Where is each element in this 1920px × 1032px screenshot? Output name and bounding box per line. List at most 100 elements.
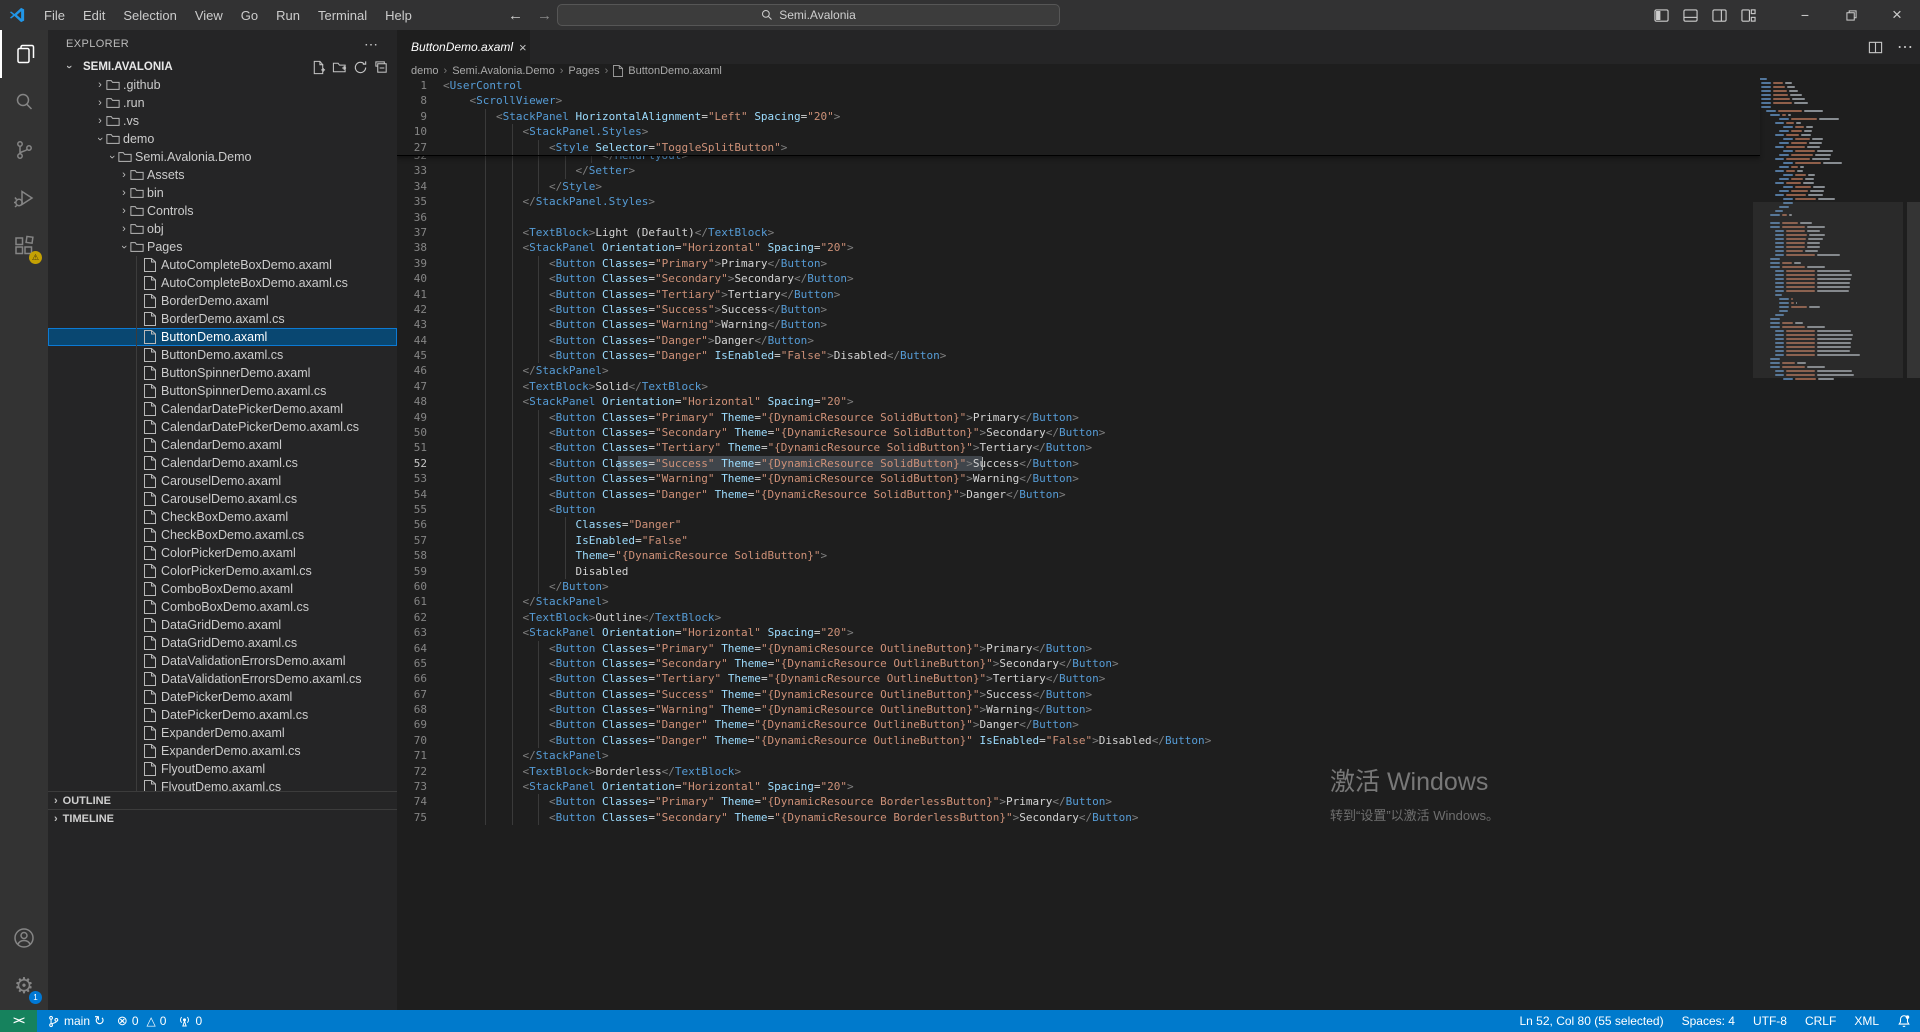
breadcrumb-item[interactable]: Pages bbox=[568, 65, 599, 77]
tree-item--run[interactable]: ›.run bbox=[48, 94, 397, 112]
code-line-41[interactable]: 41 <Button Classes="Tertiary">Tertiary</… bbox=[397, 287, 1760, 302]
minimize-button[interactable]: − bbox=[1782, 0, 1828, 30]
tree-item-calendardemo-axaml[interactable]: CalendarDemo.axaml bbox=[48, 436, 397, 454]
code-line-53[interactable]: 53 <Button Classes="Warning" Theme="{Dyn… bbox=[397, 471, 1760, 486]
code-line-36[interactable]: 36 bbox=[397, 210, 1760, 225]
tree-item-colorpickerdemo-axaml-cs[interactable]: ColorPickerDemo.axaml.cs bbox=[48, 562, 397, 580]
code-line-10[interactable]: 10 <StackPanel.Styles> bbox=[397, 124, 1760, 139]
status-encoding[interactable]: UTF-8 bbox=[1744, 1010, 1796, 1032]
editor-scrollbar[interactable] bbox=[1907, 202, 1920, 378]
code-line-37[interactable]: 37 <TextBlock>Light (Default)</TextBlock… bbox=[397, 225, 1760, 240]
menu-help[interactable]: Help bbox=[376, 0, 421, 30]
search-view-icon[interactable] bbox=[0, 78, 48, 126]
code-line-62[interactable]: 62 <TextBlock>Outline</TextBlock> bbox=[397, 610, 1760, 625]
problems-indicator[interactable]: ⊗ 0 △ 0 bbox=[111, 1010, 173, 1032]
tree-item-buttonspinnerdemo-axaml-cs[interactable]: ButtonSpinnerDemo.axaml.cs bbox=[48, 382, 397, 400]
tree-item-comboboxdemo-axaml-cs[interactable]: ComboBoxDemo.axaml.cs bbox=[48, 598, 397, 616]
status-indentation[interactable]: Spaces: 4 bbox=[1673, 1010, 1744, 1032]
code-line-58[interactable]: 58 Theme="{DynamicResource SolidButton}"… bbox=[397, 548, 1760, 563]
code-line-67[interactable]: 67 <Button Classes="Success" Theme="{Dyn… bbox=[397, 687, 1760, 702]
code-line-46[interactable]: 46 </StackPanel> bbox=[397, 363, 1760, 378]
toggle-panel-icon[interactable] bbox=[1683, 8, 1698, 23]
timeline-section[interactable]: ›TIMELINE bbox=[48, 809, 397, 827]
tab-buttondemo-axaml[interactable]: ButtonDemo.axaml × bbox=[397, 30, 530, 64]
tree-item-datepickerdemo-axaml[interactable]: DatePickerDemo.axaml bbox=[48, 688, 397, 706]
tree-item-controls[interactable]: ›Controls bbox=[48, 202, 397, 220]
command-center-search[interactable]: Semi.Avalonia bbox=[557, 4, 1060, 26]
outline-section[interactable]: ›OUTLINE bbox=[48, 791, 397, 809]
code-line-57[interactable]: 57 IsEnabled="False" bbox=[397, 533, 1760, 548]
code-line-66[interactable]: 66 <Button Classes="Tertiary" Theme="{Dy… bbox=[397, 671, 1760, 686]
status-eol[interactable]: CRLF bbox=[1796, 1010, 1845, 1032]
restore-button[interactable] bbox=[1828, 0, 1874, 30]
code-line-27[interactable]: 27 <Style Selector="ToggleSplitButton"> bbox=[397, 140, 1760, 155]
code-line-59[interactable]: 59 Disabled bbox=[397, 564, 1760, 579]
tree-item-buttonspinnerdemo-axaml[interactable]: ButtonSpinnerDemo.axaml bbox=[48, 364, 397, 382]
breadcrumb-item[interactable]: Semi.Avalonia.Demo bbox=[452, 65, 555, 77]
split-editor-icon[interactable] bbox=[1868, 40, 1883, 55]
extensions-icon[interactable]: ⚠ bbox=[0, 222, 48, 270]
tree-item-pages[interactable]: ›Pages bbox=[48, 238, 397, 256]
accounts-icon[interactable] bbox=[0, 914, 48, 962]
code-line-65[interactable]: 65 <Button Classes="Secondary" Theme="{D… bbox=[397, 656, 1760, 671]
code-line-49[interactable]: 49 <Button Classes="Primary" Theme="{Dyn… bbox=[397, 410, 1760, 425]
settings-gear-icon[interactable]: ⚙1 bbox=[0, 962, 48, 1010]
customize-layout-icon[interactable] bbox=[1741, 8, 1756, 23]
nav-forward-icon[interactable]: → bbox=[537, 7, 552, 24]
code-line-9[interactable]: 9 <StackPanel HorizontalAlignment="Left"… bbox=[397, 109, 1760, 124]
code-line-73[interactable]: 73 <StackPanel Orientation="Horizontal" … bbox=[397, 779, 1760, 794]
breadcrumb-item[interactable]: demo bbox=[411, 65, 439, 77]
code-line-55[interactable]: 55 <Button bbox=[397, 502, 1760, 517]
tree-item-buttondemo-axaml-cs[interactable]: ButtonDemo.axaml.cs bbox=[48, 346, 397, 364]
code-line-1[interactable]: 1<UserControl bbox=[397, 78, 1760, 93]
tab-close-icon[interactable]: × bbox=[519, 40, 527, 55]
tree-item-autocompleteboxdemo-axaml[interactable]: AutoCompleteBoxDemo.axaml bbox=[48, 256, 397, 274]
tree-item-comboboxdemo-axaml[interactable]: ComboBoxDemo.axaml bbox=[48, 580, 397, 598]
sticky-scroll[interactable]: 1<UserControl8 <ScrollViewer>9 <StackPan… bbox=[397, 78, 1760, 156]
menu-file[interactable]: File bbox=[35, 0, 74, 30]
status-language-mode[interactable]: XML bbox=[1845, 1010, 1888, 1032]
code-line-8[interactable]: 8 <ScrollViewer> bbox=[397, 93, 1760, 108]
refresh-icon[interactable] bbox=[353, 60, 368, 75]
tree-item-datepickerdemo-axaml-cs[interactable]: DatePickerDemo.axaml.cs bbox=[48, 706, 397, 724]
code-line-75[interactable]: 75 <Button Classes="Secondary" Theme="{D… bbox=[397, 810, 1760, 825]
tree-item-borderdemo-axaml[interactable]: BorderDemo.axaml bbox=[48, 292, 397, 310]
code-line-72[interactable]: 72 <TextBlock>Borderless</TextBlock> bbox=[397, 764, 1760, 779]
code-line-34[interactable]: 34 </Style> bbox=[397, 179, 1760, 194]
code-line-45[interactable]: 45 <Button Classes="Danger" IsEnabled="F… bbox=[397, 348, 1760, 363]
tree-item-datagriddemo-axaml[interactable]: DataGridDemo.axaml bbox=[48, 616, 397, 634]
breadcrumb-item[interactable]: ButtonDemo.axaml bbox=[628, 65, 722, 77]
code-line-52[interactable]: 52 <Button Classes="Success" Theme="{Dyn… bbox=[397, 456, 1760, 471]
tree-item-demo[interactable]: ›demo bbox=[48, 130, 397, 148]
ports-indicator[interactable]: 0 bbox=[172, 1010, 208, 1032]
menu-view[interactable]: View bbox=[186, 0, 232, 30]
code-line-61[interactable]: 61 </StackPanel> bbox=[397, 594, 1760, 609]
tree-item-bin[interactable]: ›bin bbox=[48, 184, 397, 202]
tree-item--github[interactable]: ›.github bbox=[48, 76, 397, 94]
collapse-all-icon[interactable] bbox=[374, 60, 389, 75]
branch-indicator[interactable]: main ↻ bbox=[37, 1010, 111, 1032]
nav-back-icon[interactable]: ← bbox=[508, 7, 523, 24]
code-line-35[interactable]: 35 </StackPanel.Styles> bbox=[397, 194, 1760, 209]
code-line-48[interactable]: 48 <StackPanel Orientation="Horizontal" … bbox=[397, 394, 1760, 409]
code-line-54[interactable]: 54 <Button Classes="Danger" Theme="{Dyna… bbox=[397, 487, 1760, 502]
code-line-40[interactable]: 40 <Button Classes="Secondary">Secondary… bbox=[397, 271, 1760, 286]
code-lines[interactable]: 32 </MenuFlyout>33 </Setter>34 </Style>3… bbox=[397, 148, 1760, 825]
tree-item-calendardemo-axaml-cs[interactable]: CalendarDemo.axaml.cs bbox=[48, 454, 397, 472]
code-line-63[interactable]: 63 <StackPanel Orientation="Horizontal" … bbox=[397, 625, 1760, 640]
menu-run[interactable]: Run bbox=[267, 0, 309, 30]
explorer-icon[interactable] bbox=[0, 30, 48, 78]
menu-selection[interactable]: Selection bbox=[114, 0, 185, 30]
code-line-70[interactable]: 70 <Button Classes="Danger" Theme="{Dyna… bbox=[397, 733, 1760, 748]
code-line-50[interactable]: 50 <Button Classes="Secondary" Theme="{D… bbox=[397, 425, 1760, 440]
close-button[interactable]: × bbox=[1874, 0, 1920, 30]
tree-item-assets[interactable]: ›Assets bbox=[48, 166, 397, 184]
explorer-more-actions-icon[interactable]: ⋯ bbox=[364, 36, 379, 53]
tree-root-semi-avalonia[interactable]: › SEMI.AVALONIA bbox=[48, 58, 397, 76]
new-folder-icon[interactable] bbox=[332, 60, 347, 75]
tree-item-expanderdemo-axaml-cs[interactable]: ExpanderDemo.axaml.cs bbox=[48, 742, 397, 760]
menu-terminal[interactable]: Terminal bbox=[309, 0, 376, 30]
tree-item-checkboxdemo-axaml-cs[interactable]: CheckBoxDemo.axaml.cs bbox=[48, 526, 397, 544]
minimap-slider[interactable] bbox=[1753, 202, 1903, 378]
tree-item-colorpickerdemo-axaml[interactable]: ColorPickerDemo.axaml bbox=[48, 544, 397, 562]
